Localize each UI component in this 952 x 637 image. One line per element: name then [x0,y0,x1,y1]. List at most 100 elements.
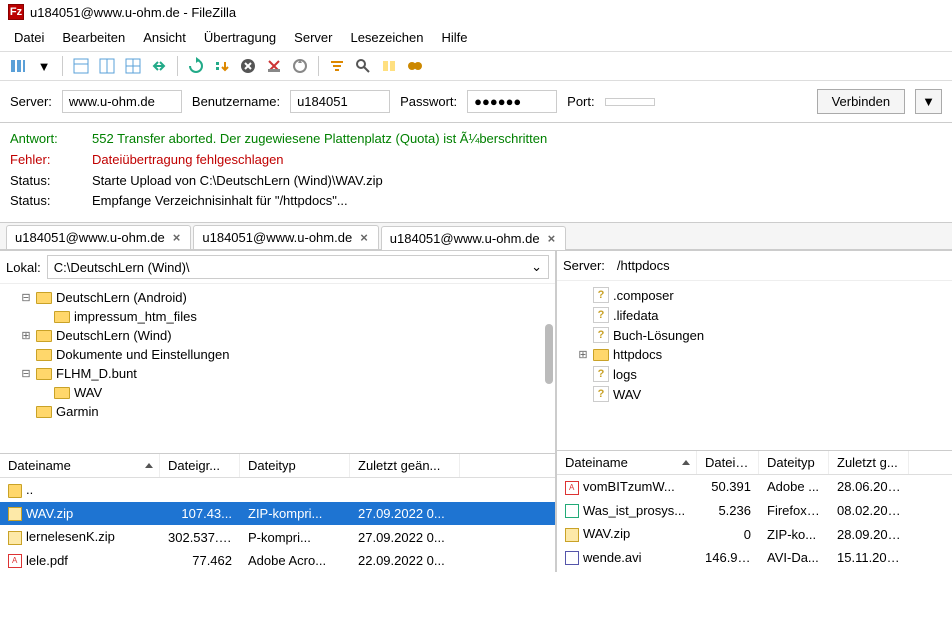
toolbar: ▼ [0,51,952,80]
chevron-down-icon[interactable]: ⌄ [531,259,542,275]
window-title: u184051@www.u-ohm.de - FileZilla [30,5,236,20]
column-header[interactable]: Dateiname [0,454,160,477]
tree-item[interactable]: ?logs [577,364,946,384]
connection-tab[interactable]: u184051@www.u-ohm.de× [193,225,378,249]
scrollbar[interactable] [545,324,553,384]
log-label: Antwort: [10,129,74,150]
expander-icon[interactable]: ⊟ [20,367,32,380]
menu-bearbeiten[interactable]: Bearbeiten [54,26,133,49]
tree-item[interactable]: ?.composer [577,285,946,305]
expander-icon[interactable]: ⊟ [20,291,32,304]
pass-input[interactable]: ●●●●●● [467,90,557,113]
column-header[interactable]: Dateigr... [160,454,240,477]
port-input[interactable] [605,98,655,106]
tree-item[interactable]: Garmin [20,402,549,421]
tree-item[interactable]: Dokumente und Einstellungen [20,345,549,364]
local-path-input[interactable]: C:\DeutschLern (Wind)\ ⌄ [47,255,549,279]
menu-lesezeichen[interactable]: Lesezeichen [342,26,431,49]
column-header[interactable]: Zuletzt geän... [350,454,460,477]
find-button[interactable] [403,54,427,78]
file-row[interactable]: lele.pdf77.462Adobe Acro...22.09.2022 0.… [0,549,555,573]
connection-tab[interactable]: u184051@www.u-ohm.de× [6,225,191,249]
tree-item[interactable]: WAV [38,383,549,402]
cell [240,488,350,492]
local-tree[interactable]: ⊟DeutschLern (Android)impressum_htm_file… [0,283,555,453]
remote-label: Server: [563,258,605,273]
filter-button[interactable] [325,54,349,78]
tree-item[interactable]: ?.lifedata [577,305,946,325]
cell: 146.944 [697,548,759,567]
connection-tab[interactable]: u184051@www.u-ohm.de× [381,226,566,250]
toggle-remotetree-button[interactable] [121,54,145,78]
compare-button[interactable] [377,54,401,78]
connect-button[interactable]: Verbinden [817,89,906,114]
toggle-localtree-button[interactable] [95,54,119,78]
search-button[interactable] [351,54,375,78]
menu-hilfe[interactable]: Hilfe [433,26,475,49]
expander-icon[interactable]: ⊞ [20,329,32,342]
tree-item[interactable]: ? WAV [577,384,946,404]
column-header[interactable]: Dateig... [697,451,759,474]
process-queue-button[interactable] [210,54,234,78]
unknown-folder-icon: ? [593,386,609,402]
titlebar: Fz u184051@www.u-ohm.de - FileZilla [0,0,952,24]
disconnect-button[interactable] [262,54,286,78]
tab-close-icon[interactable]: × [546,231,558,246]
column-header[interactable]: Dateityp [240,454,350,477]
cell [350,488,460,492]
folder-icon [54,311,70,323]
reconnect-button[interactable] [288,54,312,78]
tree-label: logs [613,367,637,382]
sitemanager-button[interactable] [6,54,30,78]
log-msg: Starte Upload von C:\DeutschLern (Wind)\… [92,171,383,192]
tree-item[interactable]: ⊟DeutschLern (Android) [20,288,549,307]
file-row[interactable]: vomBITzumW...50.391Adobe ...28.06.200... [557,475,952,499]
connect-dropdown[interactable]: ▼ [915,89,942,114]
file-row[interactable]: Was_ist_prosys...5.236Firefox ...08.02.2… [557,499,952,523]
remote-list[interactable]: vomBITzumW...50.391Adobe ...28.06.200...… [557,475,952,569]
tree-item[interactable]: impressum_htm_files [38,307,549,326]
tree-item[interactable]: ⊞httpdocs [577,345,946,364]
file-icon [565,481,579,495]
column-header[interactable]: Zuletzt g... [829,451,909,474]
tab-close-icon[interactable]: × [171,230,183,245]
tree-label: WAV [613,387,641,402]
file-row[interactable]: WAV.zip107.43...ZIP-kompri...27.09.2022 … [0,502,555,526]
toggle-queue-button[interactable] [147,54,171,78]
cancel-button[interactable] [236,54,260,78]
folder-icon [593,349,609,361]
refresh-button[interactable] [184,54,208,78]
tree-label: FLHM_D.bunt [56,366,137,381]
user-input[interactable]: u184051 [290,90,390,113]
tree-item[interactable]: ?Buch-Lösungen [577,325,946,345]
column-header[interactable]: Dateityp [759,451,829,474]
log-line: Fehler:Dateiübertragung fehlgeschlagen [10,150,942,171]
menu-datei[interactable]: Datei [6,26,52,49]
pass-label: Passwort: [400,94,457,109]
menu-übertragung[interactable]: Übertragung [196,26,284,49]
cell: ZIP-kompri... [240,504,350,523]
file-row[interactable]: .. [0,478,555,502]
tree-item[interactable]: ⊟ FLHM_D.bunt [20,364,549,383]
file-row[interactable]: WAV.zip0ZIP-ko...28.09.202... [557,522,952,546]
tree-item[interactable]: ⊞DeutschLern (Wind) [20,326,549,345]
log-line: Antwort:552 Transfer aborted. Der zugewi… [10,129,942,150]
toolbar-dropdown[interactable]: ▼ [32,54,56,78]
cell: 28.09.202... [829,525,909,544]
cell: ZIP-ko... [759,525,829,544]
file-icon [565,551,579,565]
tab-close-icon[interactable]: × [358,230,370,245]
local-list[interactable]: ..WAV.zip107.43...ZIP-kompri...27.09.202… [0,478,555,572]
cell: 50.391 [697,477,759,496]
expander-icon[interactable]: ⊞ [577,348,589,361]
remote-tree[interactable]: ?.composer?.lifedata?Buch-Lösungen⊞httpd… [557,280,952,450]
file-row[interactable]: wende.avi146.944AVI-Da...15.11.200... [557,546,952,570]
menu-server[interactable]: Server [286,26,340,49]
menu-ansicht[interactable]: Ansicht [135,26,194,49]
remote-path-input[interactable]: /httpdocs [611,255,946,276]
server-input[interactable]: www.u-ohm.de [62,90,182,113]
file-row[interactable]: lernelesenK.zip302.537.222P-kompri...27.… [0,525,555,549]
toggle-log-button[interactable] [69,54,93,78]
folder-icon [36,406,52,418]
column-header[interactable]: Dateiname [557,451,697,474]
